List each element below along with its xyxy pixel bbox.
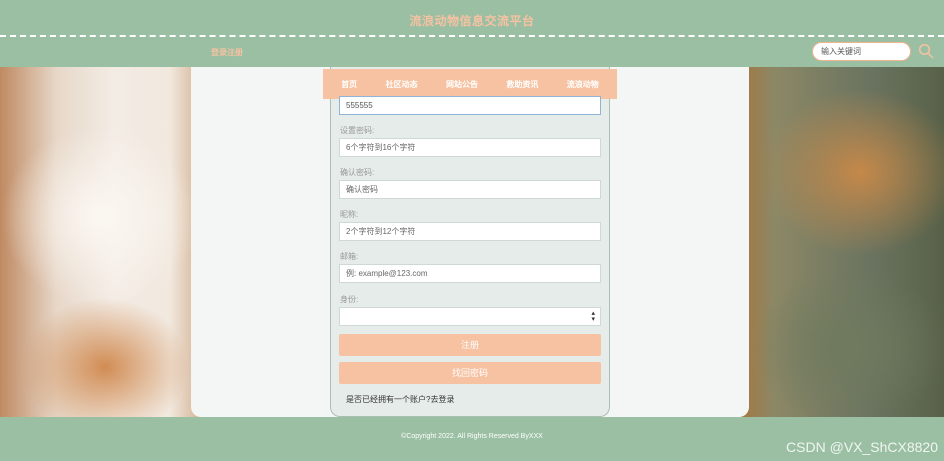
csdn-watermark: CSDN @VX_ShCX8820 [786, 439, 938, 455]
nickname-field[interactable] [339, 222, 601, 241]
email-field[interactable] [339, 264, 601, 283]
login-register-link[interactable]: 登录注册 [211, 47, 243, 58]
go-login-link[interactable]: 是否已经拥有一个账户?去登录 [346, 394, 454, 405]
nav-community[interactable]: 社区动态 [386, 79, 418, 90]
password-label: 设置密码: [340, 126, 375, 135]
username-field[interactable] [339, 96, 601, 115]
site-title: 流浪动物信息交流平台 [409, 14, 535, 28]
identity-label: 身份: [340, 295, 359, 304]
header-bar: 流浪动物信息交流平台 [0, 0, 944, 37]
sub-header-bar: 登录注册 [0, 37, 944, 67]
nav-stray-animals[interactable]: 流浪动物 [567, 79, 599, 90]
select-arrows-icon: ▴ ▾ [591, 310, 595, 323]
nickname-label: 昵称: [340, 210, 359, 219]
nav-rescue-info[interactable]: 救助资讯 [506, 79, 538, 90]
email-label: 邮箱: [340, 252, 359, 261]
recover-password-button[interactable]: 找回密码 [339, 362, 601, 384]
nav-announcements[interactable]: 网站公告 [446, 79, 478, 90]
nav-home[interactable]: 首页 [341, 79, 357, 90]
register-button[interactable]: 注册 [339, 334, 601, 356]
search-input[interactable] [812, 42, 911, 61]
confirm-password-field[interactable] [339, 180, 601, 199]
password-field[interactable] [339, 138, 601, 157]
search-icon[interactable] [918, 43, 934, 59]
main-nav: 首页 社区动态 网站公告 救助资讯 流浪动物 [323, 69, 617, 99]
confirm-password-label: 确认密码: [340, 168, 375, 177]
identity-select[interactable]: ▴ ▾ [339, 307, 601, 326]
